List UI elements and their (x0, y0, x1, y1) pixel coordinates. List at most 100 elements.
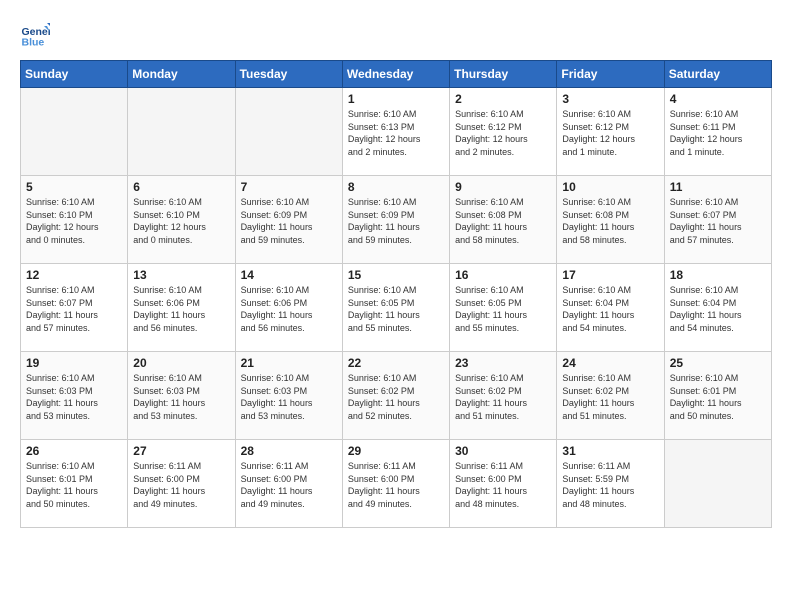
weekday-monday: Monday (128, 61, 235, 88)
day-info: Sunrise: 6:10 AMSunset: 6:12 PMDaylight:… (562, 108, 658, 158)
day-number: 15 (348, 268, 444, 282)
day-number: 3 (562, 92, 658, 106)
calendar-cell: 20 Sunrise: 6:10 AMSunset: 6:03 PMDayligh… (128, 352, 235, 440)
calendar-cell: 6 Sunrise: 6:10 AMSunset: 6:10 PMDaylight… (128, 176, 235, 264)
calendar-cell: 5 Sunrise: 6:10 AMSunset: 6:10 PMDaylight… (21, 176, 128, 264)
day-info: Sunrise: 6:10 AMSunset: 6:01 PMDaylight:… (670, 372, 766, 422)
day-info: Sunrise: 6:10 AMSunset: 6:05 PMDaylight:… (455, 284, 551, 334)
day-info: Sunrise: 6:10 AMSunset: 6:07 PMDaylight:… (26, 284, 122, 334)
day-number: 23 (455, 356, 551, 370)
calendar-cell: 8 Sunrise: 6:10 AMSunset: 6:09 PMDaylight… (342, 176, 449, 264)
day-number: 16 (455, 268, 551, 282)
calendar-cell (21, 88, 128, 176)
day-info: Sunrise: 6:10 AMSunset: 6:05 PMDaylight:… (348, 284, 444, 334)
day-info: Sunrise: 6:10 AMSunset: 6:01 PMDaylight:… (26, 460, 122, 510)
day-number: 21 (241, 356, 337, 370)
calendar-cell: 17 Sunrise: 6:10 AMSunset: 6:04 PMDayligh… (557, 264, 664, 352)
page-header: General Blue (20, 20, 772, 50)
day-info: Sunrise: 6:10 AMSunset: 6:09 PMDaylight:… (241, 196, 337, 246)
calendar-cell: 12 Sunrise: 6:10 AMSunset: 6:07 PMDayligh… (21, 264, 128, 352)
weekday-header-row: SundayMondayTuesdayWednesdayThursdayFrid… (21, 61, 772, 88)
day-number: 5 (26, 180, 122, 194)
calendar-cell: 1Sunrise: 6:10 AMSunset: 6:13 PMDaylight… (342, 88, 449, 176)
day-info: Sunrise: 6:10 AMSunset: 6:09 PMDaylight:… (348, 196, 444, 246)
svg-text:Blue: Blue (22, 37, 45, 49)
calendar-week-5: 26 Sunrise: 6:10 AMSunset: 6:01 PMDayligh… (21, 440, 772, 528)
calendar-cell: 29 Sunrise: 6:11 AMSunset: 6:00 PMDayligh… (342, 440, 449, 528)
calendar-cell: 25 Sunrise: 6:10 AMSunset: 6:01 PMDayligh… (664, 352, 771, 440)
calendar-cell: 7 Sunrise: 6:10 AMSunset: 6:09 PMDaylight… (235, 176, 342, 264)
day-info: Sunrise: 6:10 AMSunset: 6:12 PMDaylight:… (455, 108, 551, 158)
calendar-cell: 21 Sunrise: 6:10 AMSunset: 6:03 PMDayligh… (235, 352, 342, 440)
day-number: 30 (455, 444, 551, 458)
day-info: Sunrise: 6:10 AMSunset: 6:08 PMDaylight:… (455, 196, 551, 246)
calendar-cell: 18 Sunrise: 6:10 AMSunset: 6:04 PMDayligh… (664, 264, 771, 352)
calendar-cell: 26 Sunrise: 6:10 AMSunset: 6:01 PMDayligh… (21, 440, 128, 528)
day-number: 31 (562, 444, 658, 458)
calendar-week-4: 19Sunrise: 6:10 AMSunset: 6:03 PMDayligh… (21, 352, 772, 440)
day-info: Sunrise: 6:11 AMSunset: 5:59 PMDaylight:… (562, 460, 658, 510)
weekday-tuesday: Tuesday (235, 61, 342, 88)
day-info: Sunrise: 6:11 AMSunset: 6:00 PMDaylight:… (348, 460, 444, 510)
logo: General Blue (20, 20, 54, 50)
weekday-wednesday: Wednesday (342, 61, 449, 88)
calendar-week-3: 12 Sunrise: 6:10 AMSunset: 6:07 PMDayligh… (21, 264, 772, 352)
day-info: Sunrise: 6:10 AMSunset: 6:03 PMDaylight:… (26, 372, 122, 422)
day-number: 25 (670, 356, 766, 370)
day-info: Sunrise: 6:10 AMSunset: 6:02 PMDaylight:… (455, 372, 551, 422)
calendar-table: SundayMondayTuesdayWednesdayThursdayFrid… (20, 60, 772, 528)
calendar-cell: 13 Sunrise: 6:10 AMSunset: 6:06 PMDayligh… (128, 264, 235, 352)
calendar-cell: 10Sunrise: 6:10 AMSunset: 6:08 PMDayligh… (557, 176, 664, 264)
day-number: 11 (670, 180, 766, 194)
calendar-cell: 9 Sunrise: 6:10 AMSunset: 6:08 PMDaylight… (450, 176, 557, 264)
calendar-cell (128, 88, 235, 176)
calendar-cell: 30Sunrise: 6:11 AMSunset: 6:00 PMDayligh… (450, 440, 557, 528)
weekday-friday: Friday (557, 61, 664, 88)
calendar-cell: 2 Sunrise: 6:10 AMSunset: 6:12 PMDaylight… (450, 88, 557, 176)
day-number: 17 (562, 268, 658, 282)
calendar-cell: 14Sunrise: 6:10 AMSunset: 6:06 PMDayligh… (235, 264, 342, 352)
calendar-header: SundayMondayTuesdayWednesdayThursdayFrid… (21, 61, 772, 88)
day-info: Sunrise: 6:10 AMSunset: 6:03 PMDaylight:… (133, 372, 229, 422)
day-info: Sunrise: 6:10 AMSunset: 6:03 PMDaylight:… (241, 372, 337, 422)
day-info: Sunrise: 6:10 AMSunset: 6:11 PMDaylight:… (670, 108, 766, 158)
day-number: 28 (241, 444, 337, 458)
day-number: 2 (455, 92, 551, 106)
calendar-body: 1Sunrise: 6:10 AMSunset: 6:13 PMDaylight… (21, 88, 772, 528)
calendar-cell: 23 Sunrise: 6:10 AMSunset: 6:02 PMDayligh… (450, 352, 557, 440)
calendar-cell: 24Sunrise: 6:10 AMSunset: 6:02 PMDayligh… (557, 352, 664, 440)
weekday-thursday: Thursday (450, 61, 557, 88)
weekday-saturday: Saturday (664, 61, 771, 88)
day-number: 4 (670, 92, 766, 106)
day-info: Sunrise: 6:10 AMSunset: 6:07 PMDaylight:… (670, 196, 766, 246)
calendar-cell: 11 Sunrise: 6:10 AMSunset: 6:07 PMDayligh… (664, 176, 771, 264)
day-number: 24 (562, 356, 658, 370)
day-info: Sunrise: 6:10 AMSunset: 6:10 PMDaylight:… (133, 196, 229, 246)
day-info: Sunrise: 6:10 AMSunset: 6:06 PMDaylight:… (133, 284, 229, 334)
day-number: 9 (455, 180, 551, 194)
calendar-cell: 27 Sunrise: 6:11 AMSunset: 6:00 PMDayligh… (128, 440, 235, 528)
day-number: 7 (241, 180, 337, 194)
calendar-cell: 4 Sunrise: 6:10 AMSunset: 6:11 PMDaylight… (664, 88, 771, 176)
day-info: Sunrise: 6:10 AMSunset: 6:04 PMDaylight:… (670, 284, 766, 334)
day-info: Sunrise: 6:10 AMSunset: 6:04 PMDaylight:… (562, 284, 658, 334)
day-info: Sunrise: 6:11 AMSunset: 6:00 PMDaylight:… (133, 460, 229, 510)
calendar-week-1: 1Sunrise: 6:10 AMSunset: 6:13 PMDaylight… (21, 88, 772, 176)
calendar-cell (235, 88, 342, 176)
day-number: 6 (133, 180, 229, 194)
calendar-cell: 19Sunrise: 6:10 AMSunset: 6:03 PMDayligh… (21, 352, 128, 440)
day-number: 20 (133, 356, 229, 370)
day-number: 13 (133, 268, 229, 282)
day-number: 1 (348, 92, 444, 106)
calendar-cell (664, 440, 771, 528)
day-info: Sunrise: 6:10 AMSunset: 6:10 PMDaylight:… (26, 196, 122, 246)
day-number: 26 (26, 444, 122, 458)
day-number: 27 (133, 444, 229, 458)
day-number: 18 (670, 268, 766, 282)
calendar-cell: 3 Sunrise: 6:10 AMSunset: 6:12 PMDaylight… (557, 88, 664, 176)
calendar-cell: 16 Sunrise: 6:10 AMSunset: 6:05 PMDayligh… (450, 264, 557, 352)
day-number: 12 (26, 268, 122, 282)
calendar-cell: 15 Sunrise: 6:10 AMSunset: 6:05 PMDayligh… (342, 264, 449, 352)
day-number: 8 (348, 180, 444, 194)
day-number: 29 (348, 444, 444, 458)
